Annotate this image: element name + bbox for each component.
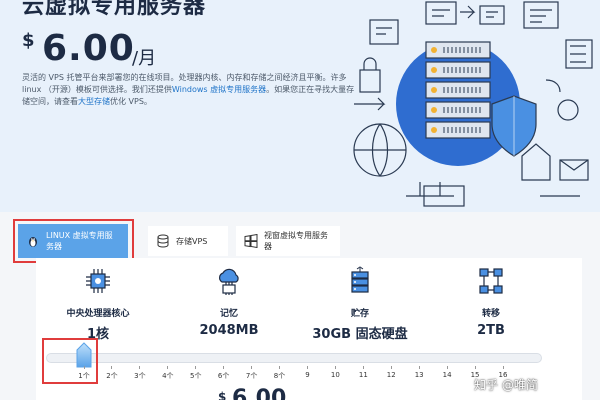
tab-label: 视窗虚拟专用服务器 — [264, 231, 328, 251]
slider-tick-label[interactable]: 4个 — [153, 366, 183, 381]
tick-text: 6个 — [217, 372, 230, 380]
tick-text: 14 — [442, 371, 452, 379]
page-title: 云虚拟专用服务器 — [22, 0, 207, 19]
tab-storage-vps[interactable]: 存储VPS — [148, 226, 228, 256]
spec-value: 2048MB — [199, 323, 259, 338]
tick-text: 2个 — [106, 372, 118, 380]
tick-mark — [279, 366, 281, 369]
cpu-icon — [86, 269, 110, 293]
tick-mark — [502, 366, 504, 369]
tick-text: 13 — [414, 371, 424, 379]
tick-mark — [251, 366, 253, 369]
spec-value: 2TB — [477, 323, 505, 338]
price-amount: 6.00 — [42, 28, 135, 69]
tick-mark — [111, 366, 113, 369]
slider-tick-label[interactable]: 6个 — [209, 366, 239, 381]
price-period: /月 — [132, 48, 157, 69]
tick-mark — [306, 366, 308, 369]
tick-mark — [362, 366, 364, 369]
spec-transfer: 转移 2TB — [436, 266, 546, 338]
price-currency: $ — [22, 30, 35, 51]
slider-tick-label[interactable]: 11 — [348, 366, 378, 379]
slider-tick-label[interactable]: 9 — [292, 366, 322, 379]
tick-mark — [139, 366, 141, 369]
slider-tick-label[interactable]: 10 — [320, 366, 350, 379]
desc-text-3: 优化 VPS。 — [110, 97, 152, 106]
highlight-box-tab — [13, 219, 134, 263]
tick-text: 9 — [305, 371, 310, 379]
tick-mark — [418, 366, 420, 369]
tab-windows-vps[interactable]: 视窗虚拟专用服务器 — [236, 226, 340, 256]
tick-text: 12 — [386, 371, 396, 379]
tick-text: 3个 — [134, 372, 146, 380]
slider-tick-label[interactable]: 5个 — [181, 366, 211, 381]
tab-label: 存储VPS — [176, 236, 208, 246]
tick-text: 11 — [358, 371, 368, 379]
tick-mark — [446, 366, 448, 369]
slider-tick-label[interactable]: 8个 — [265, 366, 295, 381]
spec-value: 30GB 固态硬盘 — [312, 327, 408, 342]
price-currency: $ — [218, 390, 227, 400]
spec-label: 中央处理器核心 — [66, 309, 130, 319]
price-amount: 6.00 — [232, 386, 287, 400]
tick-mark — [167, 366, 169, 369]
spec-label: 转移 — [481, 309, 500, 319]
spec-memory: 记忆 2048MB — [174, 266, 284, 338]
tick-mark — [334, 366, 336, 369]
cpu-core-slider[interactable] — [46, 353, 542, 363]
tick-text: 4个 — [162, 372, 174, 380]
database-icon — [157, 234, 169, 248]
spec-label: 记忆 — [219, 309, 238, 319]
spec-label: 贮存 — [350, 309, 369, 319]
slider-tick-label[interactable]: 1个 — [69, 366, 99, 381]
tick-mark — [390, 366, 392, 369]
tick-text: 5个 — [189, 372, 202, 380]
tick-text: 7个 — [245, 372, 258, 380]
server-illustration — [353, 1, 593, 207]
tick-mark — [195, 366, 197, 369]
tick-mark — [83, 366, 85, 369]
slider-tick-label[interactable]: 13 — [404, 366, 434, 379]
tick-mark — [474, 366, 476, 369]
slider-tick-label[interactable]: 7个 — [237, 366, 267, 381]
hero-section: 云虚拟专用服务器 $ 6.00 /月 灵活的 VPS 托管平台来部署您的在线项目… — [0, 0, 600, 212]
tick-text: 8个 — [273, 372, 286, 380]
storage-icon — [351, 266, 369, 293]
spec-storage: 贮存 30GB 固态硬盘 — [305, 266, 415, 342]
hero-description: 灵活的 VPS 托管平台来部署您的在线项目。处理器内核、内存和存储之间经济且平衡… — [22, 72, 358, 108]
windows-vps-link[interactable]: Windows 虚拟专用服务器 — [172, 85, 266, 94]
slider-tick-label[interactable]: 3个 — [125, 366, 155, 381]
tick-mark — [223, 366, 225, 369]
spec-cpu: 中央处理器核心 1核 — [43, 266, 153, 342]
large-storage-link[interactable]: 大型存储 — [78, 97, 110, 106]
tick-text: 10 — [330, 371, 340, 379]
slider-tick-label[interactable]: 12 — [376, 366, 406, 379]
slider-tick-label[interactable]: 2个 — [97, 366, 127, 381]
network-transfer-icon — [479, 268, 503, 294]
cloud-memory-icon — [219, 268, 239, 295]
slider-tick-label[interactable]: 14 — [432, 366, 462, 379]
windows-icon — [244, 234, 258, 248]
tick-text: 1个 — [78, 372, 90, 380]
watermark: 知乎 @唯简 — [474, 378, 538, 392]
